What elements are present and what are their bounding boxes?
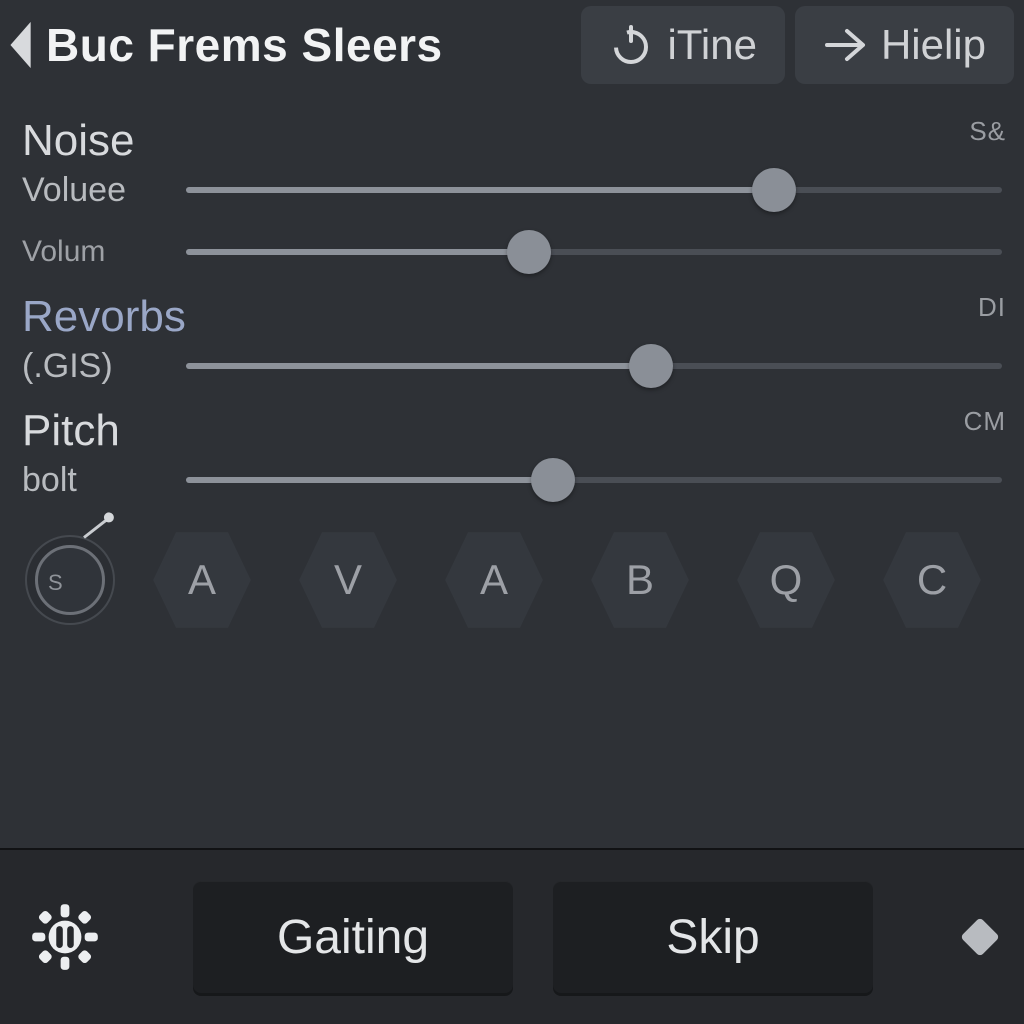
slider-thumb[interactable]: [507, 230, 551, 274]
slider-thumb[interactable]: [752, 168, 796, 212]
knob-glyph: S: [48, 570, 63, 596]
gaiting-button[interactable]: Gaiting: [193, 881, 513, 993]
revorbs-end: DI: [978, 292, 1006, 323]
slider-panel: Noise Voluee S& Volum Revorbs (.GIS) DI …: [0, 94, 1024, 848]
preset-key[interactable]: C: [880, 528, 984, 632]
slider-thumb[interactable]: [531, 458, 575, 502]
back-title-group[interactable]: Buc Frems Sleers: [4, 18, 571, 72]
noise-label: Voluee: [22, 171, 162, 210]
noise-title: Noise: [22, 116, 1002, 166]
preset-row: S A V A B Q C: [22, 520, 1002, 654]
preset-keys: A V A B Q C: [146, 528, 1002, 632]
footer-bar: Gaiting Skip: [0, 848, 1024, 1024]
volum-label: Volum: [22, 235, 162, 269]
slider-thumb[interactable]: [629, 344, 673, 388]
pitch-title: Pitch: [22, 406, 1002, 456]
arrow-right-icon: [823, 23, 867, 67]
hielip-label: Hielip: [881, 21, 986, 69]
header: Buc Frems Sleers iTine Hielip: [0, 0, 1024, 94]
gear-icon: [30, 902, 100, 972]
itine-label: iTine: [667, 21, 756, 69]
preset-key[interactable]: A: [442, 528, 546, 632]
revorbs-row: (.GIS) DI: [22, 344, 1002, 388]
back-icon: [4, 19, 40, 71]
itine-button[interactable]: iTine: [581, 6, 784, 84]
diamond-icon[interactable]: [960, 917, 1000, 957]
preset-key[interactable]: Q: [734, 528, 838, 632]
hielip-button[interactable]: Hielip: [795, 6, 1014, 84]
preset-key[interactable]: V: [296, 528, 400, 632]
settings-button[interactable]: [30, 902, 100, 972]
preset-key[interactable]: B: [588, 528, 692, 632]
skip-button[interactable]: Skip: [553, 881, 873, 993]
power-icon: [609, 23, 653, 67]
noise-slider[interactable]: S&: [186, 168, 1002, 212]
volum-row: Volum: [22, 230, 1002, 274]
pitch-end: CM: [964, 406, 1006, 437]
preset-key[interactable]: A: [150, 528, 254, 632]
revorbs-slider[interactable]: DI: [186, 344, 1002, 388]
noise-end: S&: [969, 116, 1006, 147]
page-title: Buc Frems Sleers: [46, 18, 443, 72]
knob-control[interactable]: S: [22, 532, 118, 628]
noise-row: Voluee S&: [22, 168, 1002, 212]
revorbs-title: Revorbs: [22, 292, 1002, 342]
pitch-slider[interactable]: CM: [186, 458, 1002, 502]
pitch-label: bolt: [22, 461, 162, 500]
pitch-row: bolt CM: [22, 458, 1002, 502]
revorbs-label: (.GIS): [22, 347, 162, 386]
volum-slider[interactable]: [186, 230, 1002, 274]
